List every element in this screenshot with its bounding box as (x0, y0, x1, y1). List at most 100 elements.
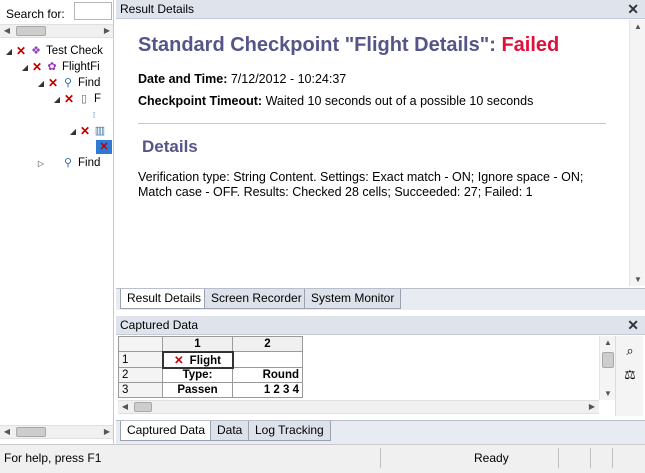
tab-captured-data[interactable]: Captured Data (120, 421, 213, 441)
status-separator (380, 448, 381, 468)
tree-node-label: F (94, 93, 102, 105)
collapse-icon[interactable]: ◢ (36, 79, 46, 88)
tree-node-label: Find (78, 157, 101, 169)
status-bar: For help, press F1 Ready (0, 444, 645, 473)
scroll-down-icon[interactable]: ▼ (630, 275, 645, 284)
failed-icon: ✕ (63, 92, 75, 106)
scroll-right-icon[interactable]: ▶ (100, 25, 113, 37)
pane-title: Captured Data (120, 318, 199, 332)
status-ready-text: Ready (474, 451, 509, 465)
search-step-icon: ⚲ (63, 157, 73, 169)
table-cell[interactable] (232, 351, 303, 368)
tree-node-action[interactable]: ◢ ✕ ✿ FlightFi (20, 59, 100, 75)
table-row[interactable]: 1 ✕ Flight (118, 350, 303, 369)
collapse-icon[interactable]: ◢ (52, 95, 62, 104)
status-separator (558, 448, 559, 468)
captured-data-pane: Captured Data ✕ 1 2 1 ✕ Flight 2 Type: Ro… (116, 316, 645, 444)
collapse-icon[interactable]: ◢ (4, 47, 14, 56)
action-icon: ✿ (47, 61, 57, 73)
tree-node-table[interactable]: ⁝ (86, 107, 104, 123)
tree-node-find-2[interactable]: ▷ ⚲ Find (36, 155, 100, 171)
tree-bottom-scrollbar[interactable]: ◀ ▶ (0, 425, 113, 439)
failed-icon: ✕ (47, 76, 59, 90)
close-icon[interactable]: ✕ (627, 316, 639, 335)
failed-icon: ✕ (79, 124, 91, 138)
row-number: 1 (118, 351, 163, 368)
table-row[interactable]: 3 Passen 1 2 3 4 (118, 382, 303, 398)
tree-node-label: FlightFi (62, 61, 100, 73)
captured-data-header: Captured Data ✕ (116, 316, 645, 335)
scroll-thumb[interactable] (16, 427, 46, 437)
table-cell[interactable]: 1 2 3 4 (232, 382, 303, 398)
search-input[interactable] (74, 2, 112, 20)
tab-log-tracking[interactable]: Log Tracking (248, 421, 331, 441)
checkpoint-selected-icon: ✕ (96, 140, 112, 154)
date-line: Date and Time: 7/12/2012 - 10:24:37 (138, 72, 346, 86)
scroll-right-icon[interactable]: ▶ (100, 426, 113, 438)
close-icon[interactable]: ✕ (627, 0, 639, 19)
scroll-left-icon[interactable]: ◀ (118, 401, 132, 413)
tree-node-page[interactable]: ◢ ✕ ▯ F (52, 91, 101, 107)
pane-title: Result Details (120, 2, 195, 16)
tree-node-checkpoint[interactable]: ◢ ✕ ▥ (68, 123, 110, 139)
binoculars-icon[interactable]: ⌕ (620, 342, 640, 360)
column-header[interactable]: 2 (232, 336, 303, 352)
search-label: Search for: (6, 7, 65, 21)
table-row[interactable]: 2 Type: Round (118, 367, 303, 383)
compare-scale-icon[interactable]: ⚖ (620, 366, 640, 384)
expand-icon[interactable]: ▷ (36, 159, 46, 168)
collapse-icon[interactable]: ◢ (68, 127, 78, 136)
scroll-thumb[interactable] (16, 26, 46, 36)
table-cell[interactable]: Round (232, 367, 303, 383)
scroll-thumb[interactable] (602, 352, 614, 368)
failed-icon: ✕ (174, 354, 184, 367)
tree-node-find[interactable]: ◢ ✕ ⚲ Find (36, 75, 100, 91)
search-step-icon: ⚲ (63, 77, 73, 89)
tree-node-checkpoint-selected[interactable]: ✕ (96, 139, 113, 155)
checkpoint-title: Standard Checkpoint "Flight Details": Fa… (138, 34, 559, 57)
scroll-up-icon[interactable]: ▲ (630, 22, 645, 31)
date-value: 7/12/2012 - 10:24:37 (230, 72, 347, 86)
timeout-label: Checkpoint Timeout: (138, 94, 263, 108)
captured-tabbar: Captured Data Data Log Tracking (116, 420, 645, 444)
scroll-left-icon[interactable]: ◀ (0, 25, 14, 37)
checkpoint-title-text: Standard Checkpoint "Flight Details": (138, 34, 502, 56)
row-number: 2 (118, 367, 163, 383)
data-table-icon: ⁝ (92, 110, 96, 120)
grid-horizontal-scrollbar[interactable]: ◀ ▶ (118, 400, 599, 414)
result-vertical-scrollbar[interactable]: ▲ ▼ (629, 20, 645, 286)
divider (138, 123, 606, 124)
details-text: Verification type: String Content. Setti… (138, 170, 584, 199)
table-cell[interactable]: Type: (162, 367, 233, 383)
tree-node-test[interactable]: ◢ ✕ ❖ Test Check (4, 43, 103, 59)
table-cell[interactable]: Passen (162, 382, 233, 398)
failed-icon: ✕ (31, 60, 43, 74)
test-tree-pane: Search for: ◀ ▶ ◢ ✕ ❖ Test Check ◢ ✕ ✿ F… (0, 0, 114, 444)
column-header[interactable]: 1 (162, 336, 233, 352)
result-details-pane: Result Details ✕ Standard Checkpoint "Fl… (116, 0, 645, 311)
tree-top-scrollbar[interactable]: ◀ ▶ (0, 24, 113, 38)
tree-node-label: Find (78, 77, 101, 89)
scroll-up-icon[interactable]: ▲ (600, 338, 616, 347)
result-tabbar: Result Details Screen Recorder System Mo… (116, 288, 645, 310)
failed-icon: ✕ (15, 44, 27, 58)
scroll-left-icon[interactable]: ◀ (0, 426, 14, 438)
details-heading: Details (142, 137, 198, 156)
document-icon: ▯ (80, 93, 88, 105)
tab-data[interactable]: Data (210, 421, 250, 441)
scroll-thumb[interactable] (134, 402, 152, 412)
tab-screen-recorder[interactable]: Screen Recorder (204, 289, 309, 309)
tab-system-monitor[interactable]: System Monitor (304, 289, 402, 309)
result-details-header: Result Details ✕ (116, 0, 645, 19)
grid-vertical-scrollbar[interactable]: ▲ ▼ (599, 336, 615, 400)
tab-result-details[interactable]: Result Details (120, 289, 209, 309)
row-number: 3 (118, 382, 163, 398)
scroll-right-icon[interactable]: ▶ (585, 401, 599, 413)
collapse-icon[interactable]: ◢ (20, 63, 30, 72)
checkpoint-status: Failed (501, 34, 560, 56)
checkpoint-icon: ▥ (94, 125, 106, 137)
table-cell-failed[interactable]: ✕ Flight (161, 350, 234, 369)
tree-node-label: Test Check (46, 45, 103, 57)
scroll-down-icon[interactable]: ▼ (600, 389, 616, 398)
corner-cell (118, 336, 163, 352)
